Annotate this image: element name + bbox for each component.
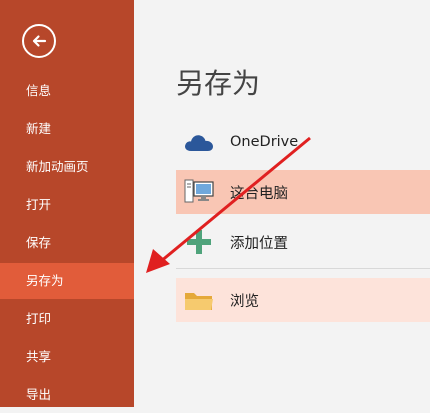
location-onedrive[interactable]: OneDrive [176, 120, 430, 164]
divider [176, 268, 430, 269]
backstage-sidebar: 信息 新建 新加动画页 打开 保存 另存为 打印 共享 导出 [0, 0, 134, 407]
main-panel: 另存为 OneDrive 这台电脑 添加位置 浏览 [134, 0, 430, 407]
location-this-pc[interactable]: 这台电脑 [176, 170, 430, 214]
computer-icon [182, 175, 216, 209]
back-button[interactable] [22, 24, 56, 58]
nav-item-open[interactable]: 打开 [0, 187, 134, 223]
location-label: 浏览 [230, 293, 259, 310]
page-title: 另存为 [176, 67, 261, 100]
plus-icon [182, 225, 216, 259]
nav-item-info[interactable]: 信息 [0, 73, 134, 109]
location-browse[interactable]: 浏览 [176, 278, 430, 322]
nav-item-save-as[interactable]: 另存为 [0, 263, 134, 299]
back-arrow-icon [32, 35, 47, 47]
nav-item-print[interactable]: 打印 [0, 301, 134, 337]
nav-item-new[interactable]: 新建 [0, 111, 134, 147]
nav-item-new-animation-page[interactable]: 新加动画页 [0, 149, 134, 185]
nav-item-share[interactable]: 共享 [0, 339, 134, 375]
location-add-place[interactable]: 添加位置 [176, 220, 430, 264]
location-label: 这台电脑 [230, 185, 288, 202]
folder-icon [182, 283, 216, 317]
nav-item-save[interactable]: 保存 [0, 225, 134, 261]
cloud-icon [182, 125, 216, 159]
location-label: OneDrive [230, 134, 299, 150]
nav-item-export[interactable]: 导出 [0, 377, 134, 413]
location-label: 添加位置 [230, 235, 288, 252]
